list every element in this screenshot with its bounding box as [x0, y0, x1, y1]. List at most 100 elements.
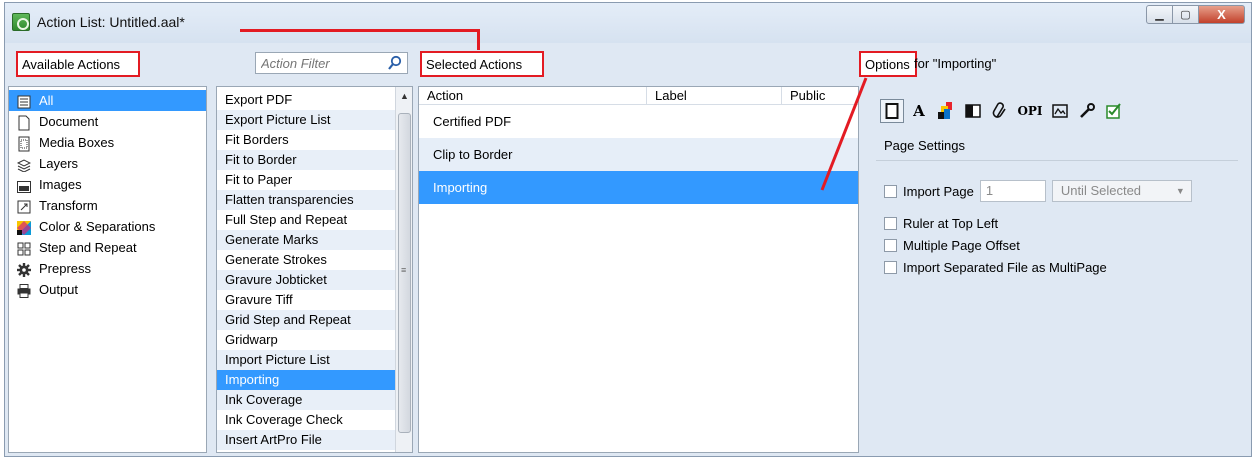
import-page-row: Import Page 1 Until Selected ▼	[884, 180, 1192, 202]
options-label: Options	[859, 51, 917, 77]
category-label: All	[39, 93, 54, 108]
category-item[interactable]: Document	[9, 111, 206, 132]
contrast-icon	[965, 104, 981, 118]
until-selected-value: Until Selected	[1060, 183, 1142, 198]
ruler-top-left-label: Ruler at Top Left	[903, 216, 999, 231]
close-button[interactable]: X	[1199, 5, 1245, 24]
category-item[interactable]: Images	[9, 174, 206, 195]
multiple-page-offset-checkbox[interactable]	[884, 239, 897, 252]
import-page-checkbox[interactable]	[884, 184, 897, 198]
category-label: Output	[39, 282, 79, 297]
scroll-grip-icon: ≡	[401, 265, 407, 275]
until-selected-dropdown[interactable]: Until Selected ▼	[1051, 180, 1192, 202]
link-tab[interactable]	[988, 99, 1012, 123]
action-list-item[interactable]: Importing	[217, 370, 397, 390]
multiple-page-offset-label: Multiple Page Offset	[903, 238, 1020, 253]
close-icon: X	[1217, 7, 1226, 22]
action-list-item[interactable]: Ink Coverage Check	[217, 410, 397, 430]
action-list-scrollbar[interactable]: ▲ ≡	[395, 87, 412, 452]
action-list-item[interactable]: Insert ArtPro File	[217, 430, 397, 450]
window-controls: ▁ ▢ X	[1146, 5, 1245, 24]
colors-tab[interactable]	[934, 99, 958, 123]
selected-action-row[interactable]: Certified PDF	[419, 105, 858, 138]
checklist-icon	[1106, 103, 1121, 119]
selected-actions-grid[interactable]: Action Label Public Certified PDF Clip to…	[418, 86, 859, 453]
maximize-button[interactable]: ▢	[1173, 5, 1199, 24]
action-list-item[interactable]: Gravure Jobticket	[217, 270, 397, 290]
page-settings-tab[interactable]	[880, 99, 904, 123]
minimize-button[interactable]: ▁	[1146, 5, 1173, 24]
minimize-icon: ▁	[1155, 9, 1164, 21]
grid-header: Action Label Public	[419, 87, 858, 105]
ruler-top-left-checkbox[interactable]	[884, 217, 897, 230]
action-list-item[interactable]: Generate Marks	[217, 230, 397, 250]
checkbox-row: Multiple Page Offset	[884, 238, 1020, 253]
available-action-list[interactable]: Export PDF Export Picture List Fit Borders…	[216, 86, 413, 453]
category-item[interactable]: Prepress	[9, 258, 206, 279]
image-tab[interactable]	[1048, 99, 1072, 123]
category-list[interactable]: All Document Media Boxes Layers Images Transf…	[8, 86, 207, 453]
category-item[interactable]: Output	[9, 279, 206, 300]
scroll-up-arrow-icon[interactable]: ▲	[400, 91, 409, 101]
category-label: Color & Separations	[39, 219, 156, 234]
action-filter-field[interactable]	[255, 52, 408, 74]
fonts-tab[interactable]: A	[907, 99, 931, 123]
app-icon	[12, 13, 30, 31]
action-list-item[interactable]: Generate Strokes	[217, 250, 397, 270]
options-separator	[876, 160, 1238, 161]
options-toolbar: A OPI	[880, 98, 1129, 124]
color-separations-icon	[17, 220, 31, 235]
color-swatch-icon	[938, 102, 952, 119]
checkbox-row: Ruler at Top Left	[884, 216, 998, 231]
window-title: Action List: Untitled.aal*	[37, 14, 185, 30]
action-list-item[interactable]: Grid Step and Repeat	[217, 310, 397, 330]
column-public-header[interactable]: Public	[782, 87, 858, 104]
category-item[interactable]: Color & Separations	[9, 216, 206, 237]
category-item[interactable]: Transform	[9, 195, 206, 216]
all-icon	[17, 94, 31, 108]
paperclip-icon	[992, 102, 1006, 118]
action-list-item[interactable]: Fit Borders	[217, 130, 397, 150]
column-action-header[interactable]: Action	[419, 87, 647, 104]
action-filter-input[interactable]	[256, 53, 376, 73]
category-label: Images	[39, 177, 82, 192]
images-icon	[17, 178, 31, 193]
import-page-number-input[interactable]: 1	[979, 180, 1046, 202]
category-label: Layers	[39, 156, 79, 171]
search-icon[interactable]	[387, 55, 403, 71]
import-separated-checkbox[interactable]	[884, 261, 897, 274]
category-item[interactable]: Layers	[9, 153, 206, 174]
category-label: Step and Repeat	[39, 240, 137, 255]
annotation-line-title-v	[477, 29, 480, 50]
action-list-item[interactable]: Import Picture List	[217, 350, 397, 370]
opi-tab[interactable]: OPI	[1015, 99, 1045, 123]
category-label: Document	[39, 114, 99, 129]
action-list-item[interactable]: Flatten transparencies	[217, 190, 397, 210]
contrast-tab[interactable]	[961, 99, 985, 123]
maximize-icon: ▢	[1180, 9, 1191, 21]
action-list-item[interactable]: Gravure Tiff	[217, 290, 397, 310]
available-actions-label: Available Actions	[16, 51, 140, 77]
selected-action-row[interactable]: Clip to Border	[419, 138, 858, 171]
checkbox-row: Import Separated File as MultiPage	[884, 260, 1107, 275]
selected-action-row[interactable]: Importing	[419, 171, 858, 204]
action-list-item[interactable]: Fit to Paper	[217, 170, 397, 190]
action-list-item[interactable]: Full Step and Repeat	[217, 210, 397, 230]
category-item[interactable]: Media Boxes	[9, 132, 206, 153]
gear-icon	[17, 262, 31, 277]
category-item[interactable]: All	[9, 90, 206, 111]
column-label-header[interactable]: Label	[647, 87, 782, 104]
transform-icon	[17, 199, 31, 213]
image-frame-icon	[1052, 104, 1068, 118]
check-tab[interactable]	[1102, 99, 1126, 123]
category-label: Transform	[39, 198, 98, 213]
action-list-item[interactable]: Fit to Border	[217, 150, 397, 170]
tools-tab[interactable]	[1075, 99, 1099, 123]
action-list-item[interactable]: Ink Coverage	[217, 390, 397, 410]
layers-icon	[16, 157, 32, 173]
page-settings-heading: Page Settings	[884, 138, 965, 153]
category-item[interactable]: Step and Repeat	[9, 237, 206, 258]
action-list-item[interactable]: Export Picture List	[217, 110, 397, 130]
action-list-item[interactable]: Gridwarp	[217, 330, 397, 350]
action-list-item[interactable]: Export PDF	[217, 90, 397, 110]
